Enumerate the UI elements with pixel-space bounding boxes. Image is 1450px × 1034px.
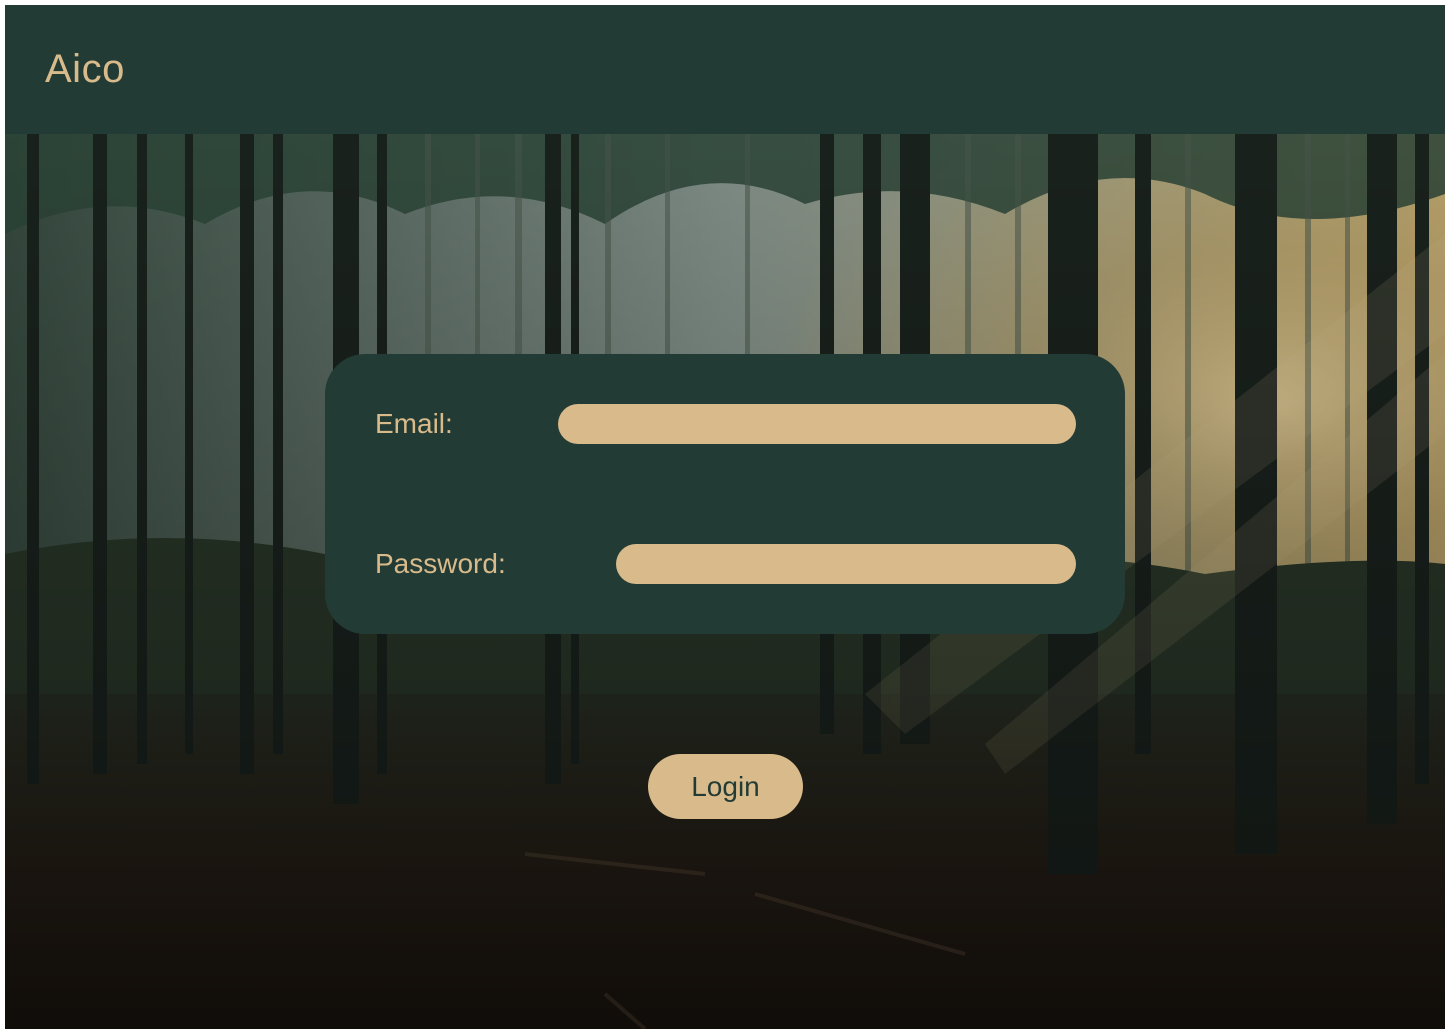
password-label: Password: xyxy=(375,548,506,579)
email-field[interactable] xyxy=(558,404,1076,444)
app-window: Aico Email: Password: Login xyxy=(5,5,1445,1029)
login-form: Email: Password: xyxy=(325,354,1125,634)
email-label: Email: xyxy=(375,408,453,439)
password-field[interactable] xyxy=(616,544,1076,584)
top-navbar: Aico xyxy=(5,5,1445,134)
login-button[interactable]: Login xyxy=(648,754,803,819)
brand-logo-text[interactable]: Aico xyxy=(45,45,125,93)
